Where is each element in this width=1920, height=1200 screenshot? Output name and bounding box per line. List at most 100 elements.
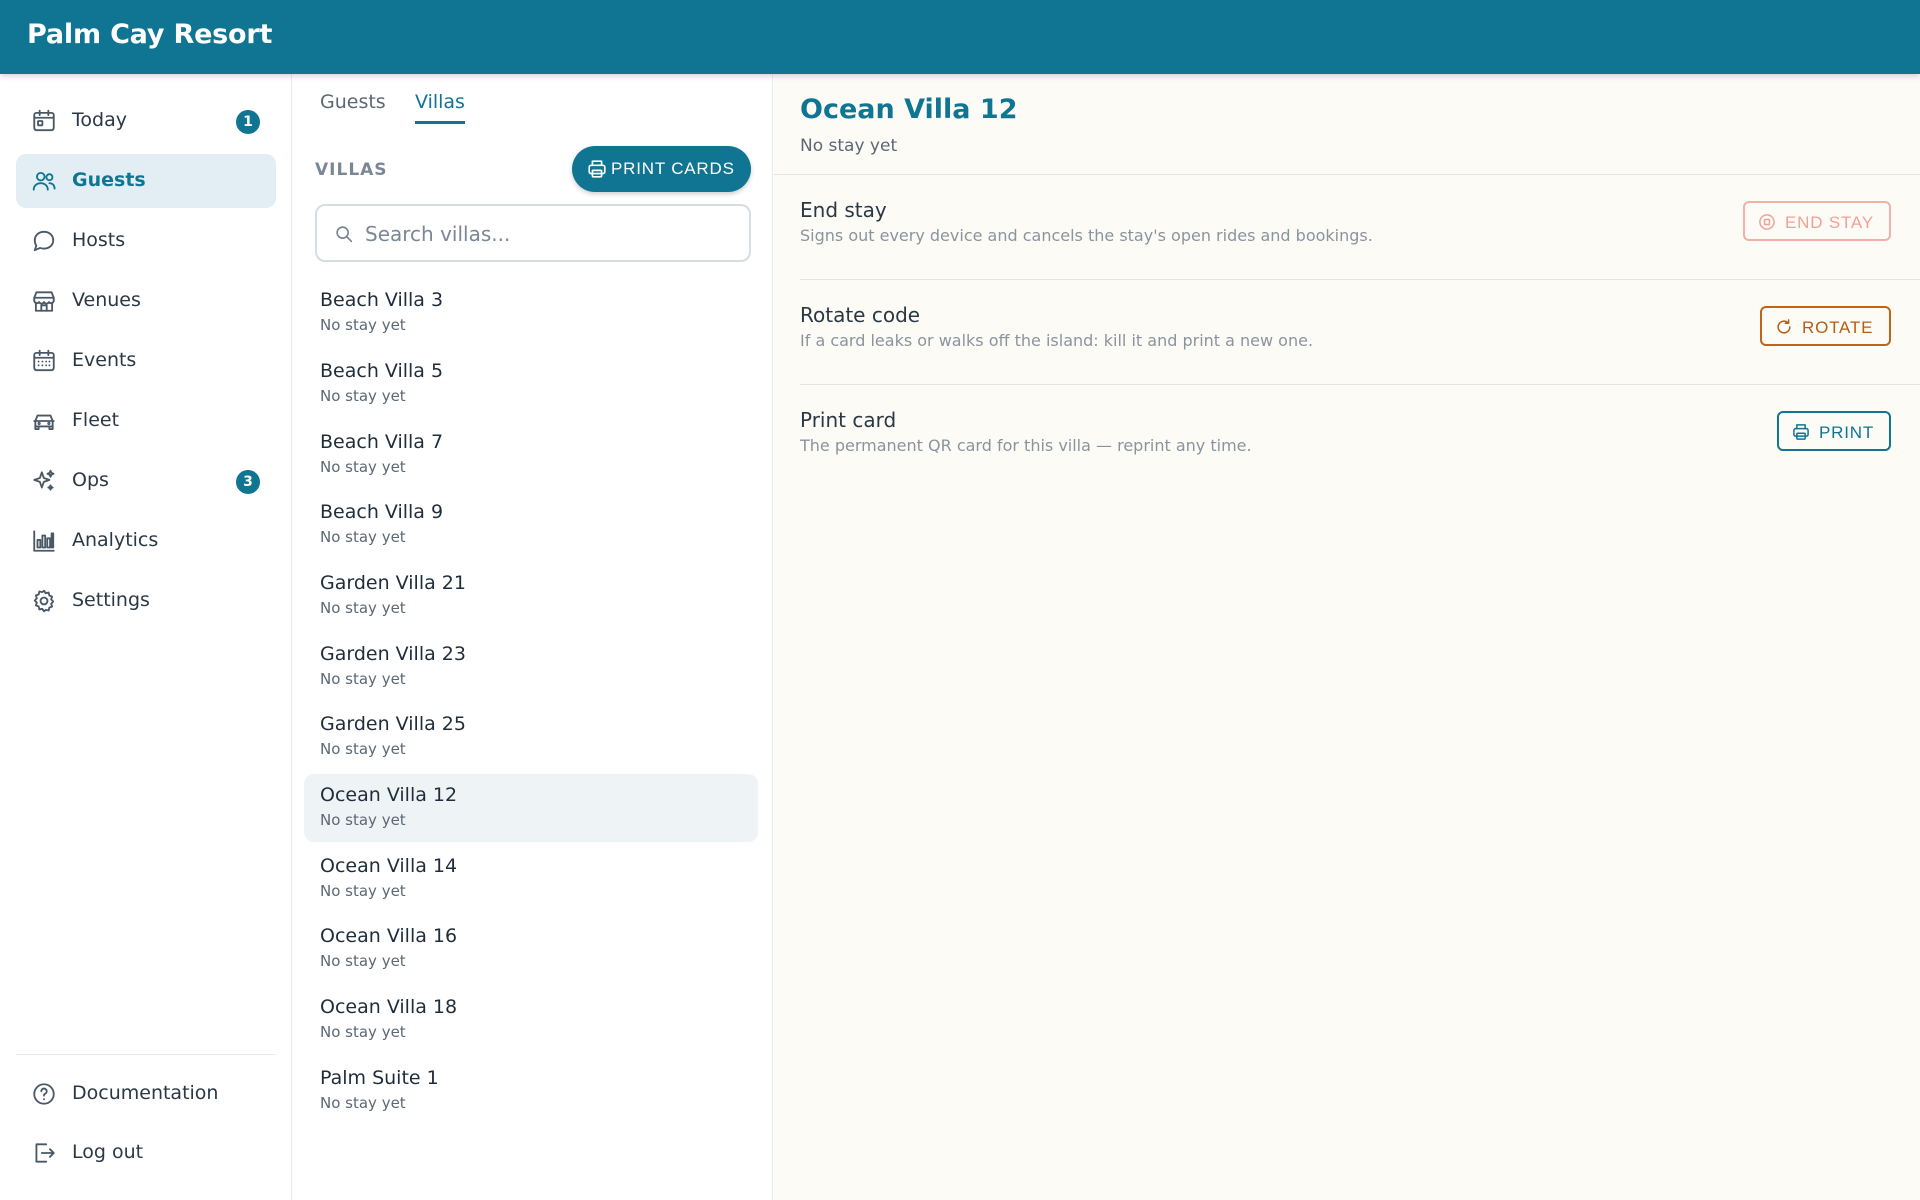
villa-detail-panel: Ocean Villa 12 No stay yet End stay Sign… (774, 74, 1920, 1200)
sidebar-item-hosts[interactable]: Hosts (16, 214, 276, 268)
villa-status: No stay yet (320, 528, 406, 546)
app-title: Palm Cay Resort (27, 19, 273, 50)
divider (800, 384, 1920, 385)
divider (800, 279, 1920, 280)
villa-status: No stay yet (320, 670, 406, 688)
sidebar-item-label: Ops (72, 469, 109, 491)
list-item[interactable]: Ocean Villa 14 No stay yet (304, 849, 758, 917)
sidebar-item-label: Guests (72, 169, 146, 191)
tab-guests[interactable]: Guests (320, 91, 386, 121)
list-item[interactable]: Beach Villa 3 No stay yet (304, 283, 758, 351)
stop-circle-icon (1757, 212, 1777, 232)
sidebar-item-analytics[interactable]: Analytics (16, 514, 276, 568)
villa-name: Beach Villa 5 (320, 360, 444, 382)
calendar-grid-icon (31, 348, 57, 374)
end-stay-title: End stay (800, 198, 887, 222)
villa-status: No stay yet (320, 882, 406, 900)
bar-chart-icon (31, 528, 57, 554)
print-card-title: Print card (800, 408, 897, 432)
villa-status: No stay yet (320, 811, 406, 829)
print-label: PRINT (1819, 423, 1874, 442)
sidebar-item-label: Hosts (72, 229, 126, 251)
villa-status: No stay yet (320, 1023, 406, 1041)
sidebar-item-label: Venues (72, 289, 141, 311)
sidebar-item-guests[interactable]: Guests (16, 154, 276, 208)
villa-status: No stay yet (320, 952, 406, 970)
villa-name: Beach Villa 9 (320, 501, 444, 523)
divider (774, 174, 1920, 175)
list-item[interactable]: Palm Suite 1 No stay yet (304, 1061, 758, 1129)
help-circle-icon (31, 1081, 57, 1107)
villa-name: Ocean Villa 18 (320, 996, 458, 1018)
search-icon (333, 223, 355, 245)
end-stay-description: Signs out every device and cancels the s… (800, 226, 1373, 245)
villa-name: Beach Villa 7 (320, 431, 444, 453)
print-cards-button[interactable]: PRINT CARDS (572, 146, 751, 192)
sidebar-item-label: Log out (72, 1141, 144, 1163)
sidebar-item-ops[interactable]: Ops 3 (16, 454, 276, 508)
list-item-selected[interactable]: Ocean Villa 12 No stay yet (304, 774, 758, 842)
sidebar-item-label: Today (72, 109, 127, 131)
tab-villas[interactable]: Villas (415, 91, 465, 124)
sidebar-item-settings[interactable]: Settings (16, 574, 276, 628)
villa-status: No stay yet (320, 1094, 406, 1112)
list-item[interactable]: Garden Villa 21 No stay yet (304, 566, 758, 634)
rotate-code-description: If a card leaks or walks off the island:… (800, 331, 1314, 350)
list-item[interactable]: Ocean Villa 18 No stay yet (304, 990, 758, 1058)
rotate-code-title: Rotate code (800, 303, 921, 327)
search-box (315, 204, 751, 262)
printer-icon (1791, 422, 1811, 442)
list-item[interactable]: Beach Villa 7 No stay yet (304, 425, 758, 493)
sidebar-item-events[interactable]: Events (16, 334, 276, 388)
stay-status: No stay yet (800, 136, 898, 156)
list-item[interactable]: Ocean Villa 16 No stay yet (304, 919, 758, 987)
section-label: VILLAS (315, 160, 388, 180)
refresh-icon (1774, 317, 1794, 337)
sidebar-item-label: Analytics (72, 529, 159, 551)
list-item[interactable]: Beach Villa 5 No stay yet (304, 354, 758, 422)
printer-icon (586, 158, 608, 180)
top-bar: Palm Cay Resort (0, 0, 1920, 74)
list-item[interactable]: Garden Villa 25 No stay yet (304, 707, 758, 775)
calendar-icon (31, 108, 57, 134)
print-button[interactable]: PRINT (1777, 411, 1891, 451)
rotate-button[interactable]: ROTATE (1760, 306, 1891, 346)
villa-name: Beach Villa 3 (320, 289, 444, 311)
sidebar-item-today[interactable]: Today 1 (16, 94, 276, 148)
villa-name: Ocean Villa 14 (320, 855, 458, 877)
list-item[interactable]: Beach Villa 9 No stay yet (304, 495, 758, 563)
sidebar-item-label: Settings (72, 589, 150, 611)
sidebar-item-fleet[interactable]: Fleet (16, 394, 276, 448)
sidebar-item-venues[interactable]: Venues (16, 274, 276, 328)
villa-name: Ocean Villa 12 (320, 784, 458, 806)
chat-bubble-icon (31, 228, 57, 254)
sidebar-divider (16, 1054, 276, 1055)
list-item[interactable]: Garden Villa 23 No stay yet (304, 637, 758, 705)
sidebar-item-logout[interactable]: Log out (16, 1126, 276, 1180)
villa-list-panel: Guests Villas VILLAS PRINT CARDS Beach V… (293, 74, 773, 1200)
villa-name: Garden Villa 21 (320, 572, 466, 594)
search-input[interactable] (365, 218, 735, 250)
villa-status: No stay yet (320, 458, 406, 476)
villa-name: Ocean Villa 16 (320, 925, 458, 947)
gear-icon (31, 588, 57, 614)
page-title: Ocean Villa 12 (800, 94, 1018, 125)
car-icon (31, 408, 57, 434)
users-icon (31, 168, 57, 194)
print-card-description: The permanent QR card for this villa — r… (800, 436, 1252, 455)
villa-status: No stay yet (320, 387, 406, 405)
sidebar: Today 1 Guests Hosts Venues Events Fleet (0, 74, 292, 1200)
villa-name: Garden Villa 25 (320, 713, 466, 735)
sidebar-item-documentation[interactable]: Documentation (16, 1067, 276, 1121)
notification-badge: 1 (236, 110, 260, 134)
print-cards-label: PRINT CARDS (611, 159, 735, 178)
end-stay-button[interactable]: END STAY (1743, 201, 1891, 241)
sidebar-item-label: Fleet (72, 409, 120, 431)
villa-name: Palm Suite 1 (320, 1067, 439, 1089)
villa-status: No stay yet (320, 599, 406, 617)
sparkles-icon (31, 468, 57, 494)
end-stay-label: END STAY (1785, 213, 1874, 232)
sidebar-item-label: Documentation (72, 1082, 219, 1104)
logout-icon (31, 1140, 57, 1166)
storefront-icon (31, 288, 57, 314)
